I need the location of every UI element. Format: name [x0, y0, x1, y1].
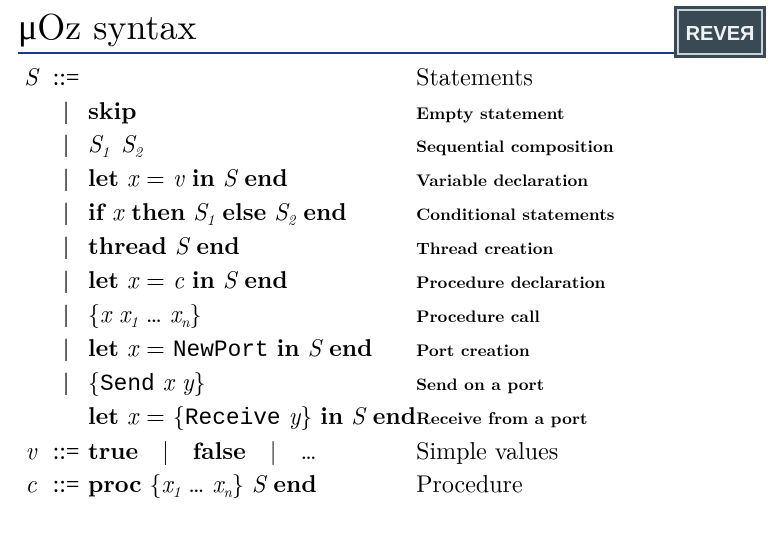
grammar-desc: Port creation: [416, 331, 614, 365]
grammar-body: let x = v in S end: [88, 161, 416, 195]
grammar-body: thread S end: [88, 229, 416, 263]
grammar-body: S1 S2: [88, 127, 416, 161]
grammar-lhs: [18, 195, 44, 229]
logo: REVEЯ: [674, 6, 766, 58]
grammar-op: |: [44, 195, 88, 229]
grammar-body: true | false | …: [88, 434, 416, 468]
grammar-op: |: [44, 263, 88, 297]
grammar-op: |: [44, 331, 88, 365]
grammar-op: [44, 399, 88, 433]
grammar-desc: Variable declaration: [416, 161, 614, 195]
grammar-lhs: [18, 297, 44, 331]
grammar-body: skip: [88, 94, 416, 128]
grammar-op: ::=: [44, 60, 88, 94]
grammar-desc: Procedure call: [416, 297, 614, 331]
grammar-desc: Procedure: [416, 467, 614, 501]
grammar-op: |: [44, 365, 88, 399]
grammar-op: ::=: [44, 467, 88, 501]
grammar-lhs: S: [18, 60, 44, 94]
grammar-desc: Sequential composition: [416, 127, 614, 161]
grammar-block: S ::= Statements |skipEmpty statement|S1…: [18, 60, 762, 502]
grammar-lhs: [18, 229, 44, 263]
grammar-op: |: [44, 94, 88, 128]
grammar-body: let x = NewPort in S end: [88, 331, 416, 365]
grammar-body: {x x1 … xn}: [88, 297, 416, 331]
grammar-op: ::=: [44, 434, 88, 468]
grammar-lhs: c: [18, 467, 44, 501]
grammar-op: |: [44, 229, 88, 263]
grammar-desc: Conditional statements: [416, 195, 614, 229]
slide: REVEЯ μOz syntax S ::= Statements |skipE…: [0, 0, 780, 540]
grammar-desc: Send on a port: [416, 365, 614, 399]
grammar-op: |: [44, 297, 88, 331]
grammar-lhs: [18, 94, 44, 128]
grammar-lhs: [18, 365, 44, 399]
logo-text: REVEЯ: [686, 23, 755, 45]
grammar-body: {Send x y}: [88, 365, 416, 399]
grammar-lhs: [18, 161, 44, 195]
grammar-desc: Empty statement: [416, 94, 614, 128]
grammar-lhs: [18, 263, 44, 297]
grammar-body: if x then S1 else S2 end: [88, 195, 416, 229]
grammar-lhs: v: [18, 434, 44, 468]
grammar-desc: Thread creation: [416, 229, 614, 263]
grammar-desc: Receive from a port: [416, 399, 614, 433]
grammar-body: let x = {Receive y} in S end: [88, 399, 416, 433]
grammar-body: let x = c in S end: [88, 263, 416, 297]
slide-title: μOz syntax: [18, 6, 762, 48]
grammar-lhs: [18, 399, 44, 433]
grammar-op: |: [44, 127, 88, 161]
grammar-body: [88, 60, 416, 94]
grammar-lhs: [18, 331, 44, 365]
grammar-lhs: [18, 127, 44, 161]
title-rule: [18, 52, 762, 54]
grammar-desc: Procedure declaration: [416, 263, 614, 297]
grammar-op: |: [44, 161, 88, 195]
grammar-desc: Simple values: [416, 434, 614, 468]
grammar-body: proc {x1 … xn} S end: [88, 467, 416, 501]
grammar-desc: Statements: [416, 60, 614, 94]
